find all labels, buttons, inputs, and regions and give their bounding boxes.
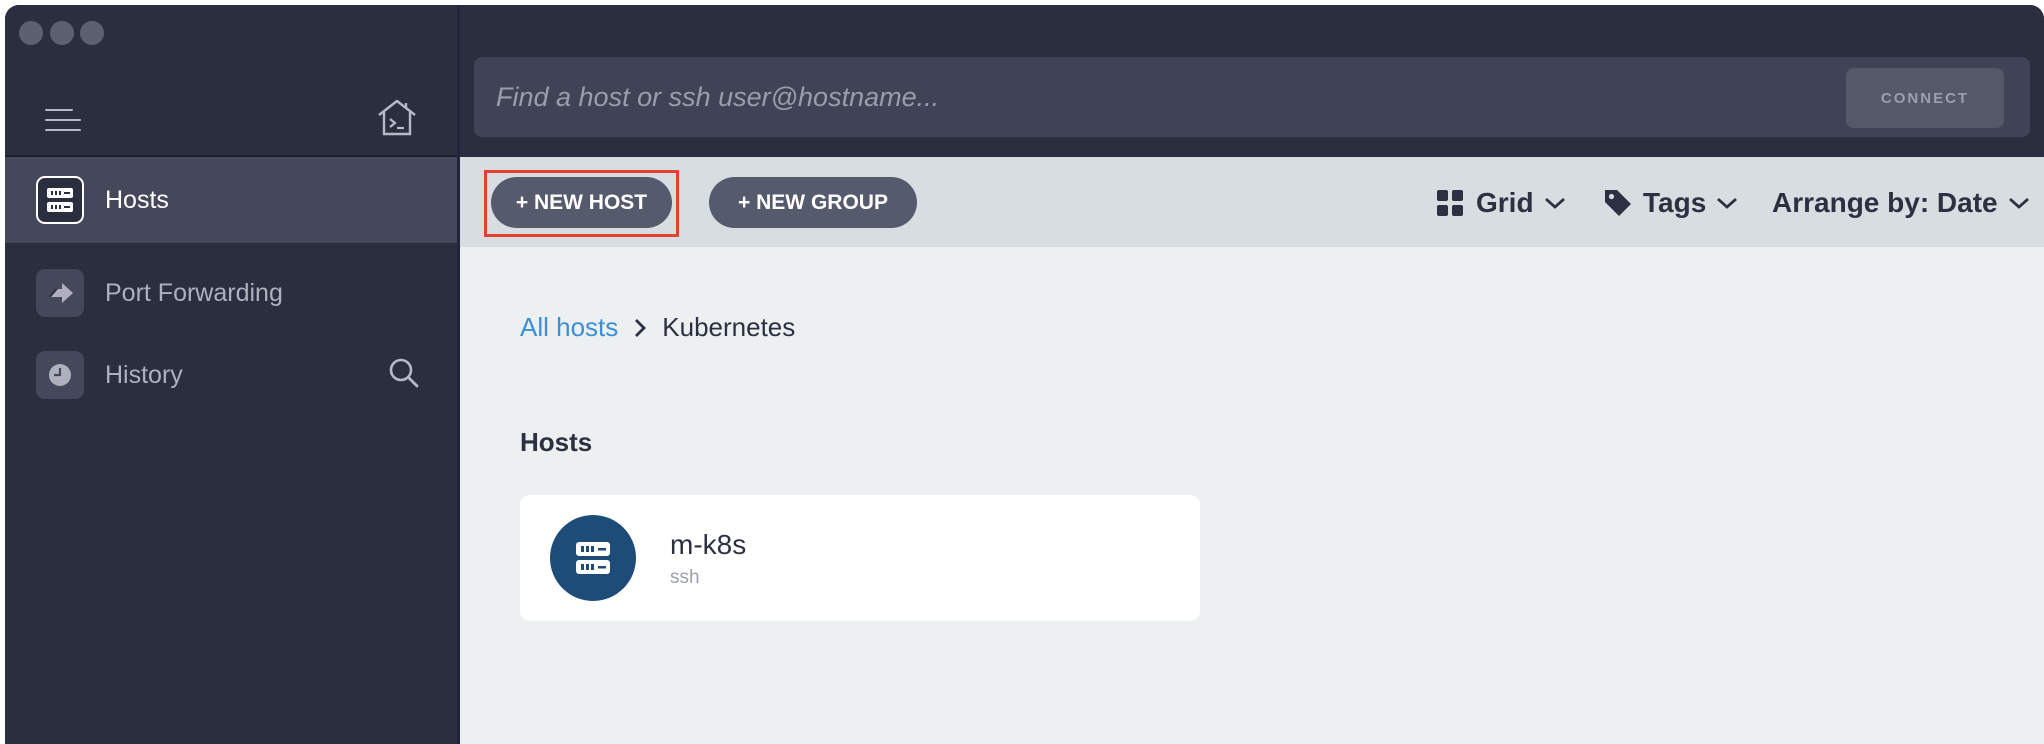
app-window: Hosts Port Forwarding History Find a hos…	[5, 5, 2044, 744]
host-protocol: ssh	[670, 567, 700, 588]
sidebar-item-port-forwarding[interactable]: Port Forwarding	[5, 250, 457, 336]
host-search-input[interactable]	[474, 57, 1834, 137]
breadcrumb-current: Kubernetes	[662, 312, 796, 342]
view-mode-label: Grid	[1476, 186, 1534, 218]
view-mode-dropdown[interactable]: Grid	[1436, 177, 1566, 228]
host-server-icon	[550, 515, 636, 601]
new-group-button[interactable]: + NEW GROUP	[709, 177, 917, 228]
server-icon	[36, 176, 84, 224]
close-window-button[interactable]	[19, 21, 43, 45]
sidebar-item-label: History	[105, 360, 183, 389]
main-content: All hosts Kubernetes Hosts m-k8s ssh	[460, 247, 2044, 744]
arrange-by-label: Arrange by: Date	[1772, 186, 1998, 218]
host-name: m-k8s	[670, 529, 747, 560]
chevron-down-icon	[1717, 197, 1738, 209]
clock-icon	[36, 351, 84, 399]
maximize-window-button[interactable]	[80, 21, 104, 45]
breadcrumb: All hosts Kubernetes	[520, 312, 795, 343]
connect-button[interactable]: CONNECT	[1846, 68, 2004, 128]
breadcrumb-all-hosts[interactable]: All hosts	[520, 312, 618, 343]
hosts-section-title: Hosts	[520, 427, 593, 457]
tag-icon	[1605, 189, 1631, 216]
chevron-down-icon	[2008, 197, 2029, 209]
top-bar: CONNECT	[460, 5, 2044, 157]
sidebar-item-label: Hosts	[105, 185, 169, 214]
sidebar-item-hosts[interactable]: Hosts	[5, 157, 457, 243]
forward-arrow-icon	[36, 269, 84, 317]
chevron-down-icon	[1544, 197, 1565, 209]
arrange-by-dropdown[interactable]: Arrange by: Date	[1772, 177, 2030, 228]
sidebar: Hosts Port Forwarding History	[5, 5, 457, 744]
tags-dropdown[interactable]: Tags	[1603, 177, 1738, 228]
host-card[interactable]: m-k8s ssh	[520, 495, 1200, 621]
terminal-home-icon[interactable]	[375, 97, 419, 137]
minimize-window-button[interactable]	[50, 21, 74, 45]
chevron-right-icon	[635, 318, 647, 337]
quick-connect-bar: CONNECT	[474, 57, 2030, 137]
new-host-button[interactable]: + NEW HOST	[491, 177, 672, 228]
tags-label: Tags	[1643, 186, 1707, 218]
toolbar: + NEW HOST + NEW GROUP Grid Tags Arrange…	[460, 157, 2044, 247]
magnifier-icon[interactable]	[388, 357, 420, 389]
sidebar-item-label: Port Forwarding	[105, 278, 283, 307]
hamburger-menu-icon[interactable]	[45, 106, 81, 134]
grid-icon	[1437, 189, 1463, 216]
